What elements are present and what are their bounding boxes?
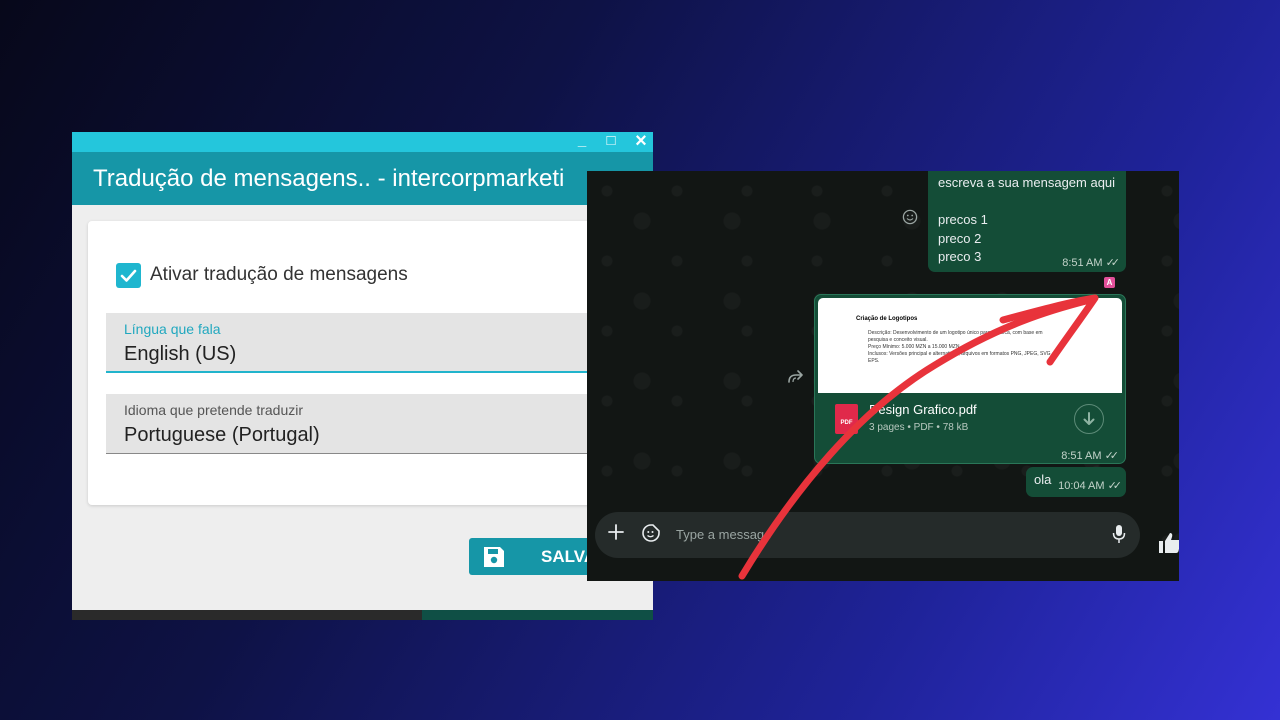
- maximize-button[interactable]: □: [600, 132, 622, 152]
- sticker-icon[interactable]: [641, 523, 661, 543]
- target-language-value: Portuguese (Portugal): [124, 424, 320, 446]
- outgoing-message[interactable]: escreva a sua mensagem aqui precos 1 pre…: [928, 171, 1126, 272]
- thumbs-up-icon[interactable]: [1158, 532, 1179, 554]
- spoken-language-label: Língua que fala: [124, 321, 221, 337]
- preview-line: Preço Mínimo: 5.000 MZN a 15.000 MZN: [868, 344, 960, 350]
- dialog-bottom-strip: [72, 610, 653, 620]
- read-ticks-icon: ✓✓: [1105, 257, 1121, 269]
- document-message[interactable]: Criação de Logotipos Descrição: Desenvol…: [814, 294, 1126, 464]
- message-timestamp: 8:51 AM ✓✓: [1062, 257, 1121, 269]
- target-language-field[interactable]: Idioma que pretende traduzir Portuguese …: [106, 394, 648, 454]
- target-language-label: Idioma que pretende traduzir: [124, 402, 303, 418]
- preview-line: pesquisa e conceito visual.: [868, 337, 928, 343]
- attach-plus-icon[interactable]: [607, 523, 625, 541]
- preview-line: Inclusos: Versões principal e alternativ…: [868, 351, 1055, 357]
- download-icon: [1083, 412, 1095, 425]
- enable-translation-label: Ativar tradução de mensagens: [150, 264, 408, 285]
- message-input[interactable]: Type a message: [676, 527, 771, 542]
- forward-icon[interactable]: [787, 370, 805, 384]
- window-control-bar: _ □ ×: [72, 132, 653, 152]
- document-file-name: Design Grafico.pdf: [869, 402, 977, 417]
- check-icon: [120, 269, 137, 282]
- message-timestamp: 10:04 AM ✓✓: [1058, 480, 1123, 492]
- translation-badge-icon[interactable]: A: [1104, 277, 1115, 288]
- window-title: Tradução de mensagens.. - intercorpmarke…: [72, 152, 653, 205]
- document-file-meta: 3 pages • PDF • 78 kB: [869, 422, 969, 433]
- close-button[interactable]: ×: [630, 132, 652, 152]
- preview-line: EPS.: [868, 358, 880, 364]
- emoji-reaction-icon[interactable]: [902, 209, 918, 225]
- microphone-icon[interactable]: [1112, 524, 1126, 544]
- settings-card: Ativar tradução de mensagens Língua que …: [88, 221, 648, 505]
- outgoing-message[interactable]: ola 10:04 AM ✓✓: [1026, 467, 1126, 497]
- download-button[interactable]: [1074, 404, 1104, 434]
- message-line: preco 2: [938, 231, 982, 246]
- spoken-language-field[interactable]: Língua que fala English (US): [106, 313, 648, 373]
- message-timestamp: 8:51 AM ✓✓: [1061, 450, 1120, 462]
- preview-line: Descrição: Desenvolvimento de um logotip…: [868, 330, 1043, 336]
- whatsapp-chat-panel: escreva a sua mensagem aqui precos 1 pre…: [587, 171, 1179, 581]
- enable-translation-checkbox[interactable]: [116, 263, 141, 288]
- message-text: ola: [1034, 472, 1052, 487]
- spoken-language-value: English (US): [124, 343, 237, 365]
- translation-settings-window: _ □ × Tradução de mensagens.. - intercor…: [72, 132, 653, 620]
- document-preview[interactable]: Criação de Logotipos Descrição: Desenvol…: [818, 298, 1122, 393]
- message-line: preco 3: [938, 249, 982, 264]
- message-line: precos 1: [938, 212, 988, 227]
- read-ticks-icon: ✓✓: [1104, 450, 1120, 462]
- message-line: escreva a sua mensagem aqui: [938, 175, 1116, 190]
- minimize-button[interactable]: _: [571, 132, 593, 152]
- pdf-file-icon: PDF: [835, 404, 858, 434]
- message-composer: Type a message: [595, 512, 1140, 558]
- read-ticks-icon: ✓✓: [1107, 480, 1123, 492]
- preview-title: Criação de Logotipos: [856, 316, 918, 322]
- floppy-disk-icon: [484, 547, 504, 567]
